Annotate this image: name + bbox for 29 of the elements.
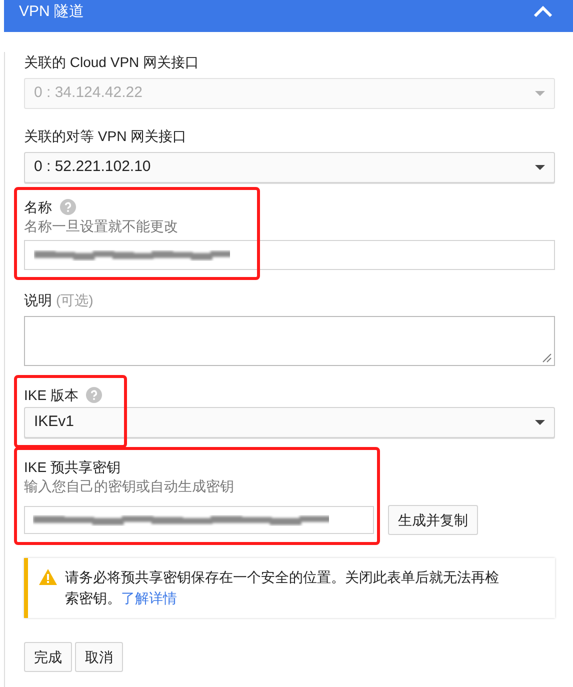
panel-header[interactable]: VPN 隧道 — [4, 0, 573, 32]
generate-copy-button[interactable]: 生成并复制 — [388, 505, 478, 535]
field-label: 名称 — [24, 198, 52, 217]
warning-icon — [39, 569, 57, 585]
learn-more-link[interactable]: 了解详情 — [121, 590, 177, 606]
panel-title: VPN 隧道 — [19, 2, 84, 22]
field-label: 关联的 Cloud VPN 网关接口 — [24, 53, 200, 72]
description-text-area[interactable] — [24, 316, 555, 366]
field-hint: 输入您自己的密钥或自动生成密钥 — [24, 477, 235, 496]
help-icon[interactable] — [60, 199, 76, 215]
optional-note: (可选) — [56, 291, 94, 310]
dropdown-field[interactable]: 0 : 52.221.102.10 — [24, 152, 555, 183]
key-input-field[interactable] — [24, 506, 374, 534]
field-hint: 名称一旦设置就不能更改 — [24, 217, 179, 236]
dropdown-caret-icon — [535, 420, 545, 425]
dropdown-field[interactable]: IKEv1 — [24, 407, 555, 438]
warning-message: 请务必将预共享密钥保存在一个安全的位置。关闭此表单后就无法再检索密钥。了解详情 — [65, 568, 500, 608]
field-label: 说明 — [24, 291, 52, 310]
name-input-field[interactable] — [24, 240, 555, 270]
chevron-up-icon[interactable] — [533, 6, 553, 18]
field-label: IKE 预共享密钥 — [24, 458, 120, 477]
dropdown-caret-icon — [535, 165, 545, 170]
form-button[interactable]: 完成 — [24, 642, 72, 672]
dropdown-caret-icon — [535, 91, 545, 96]
field-label: 关联的对等 VPN 网关接口 — [24, 127, 187, 146]
field-label: IKE 版本 — [24, 386, 78, 405]
resize-handle-icon[interactable] — [542, 353, 552, 363]
form-button[interactable]: 取消 — [75, 642, 123, 672]
help-icon[interactable] — [86, 387, 102, 403]
